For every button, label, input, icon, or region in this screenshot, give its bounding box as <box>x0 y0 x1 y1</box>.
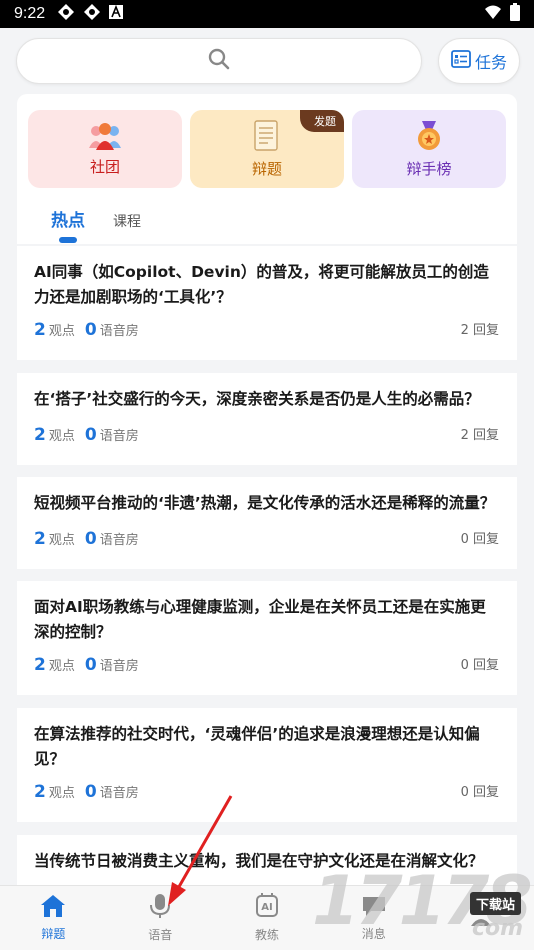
reply-count: 0 回复 <box>460 658 499 673</box>
task-list-icon <box>451 49 471 73</box>
search-icon <box>208 48 230 74</box>
feature-card: 社团 发题 辩题 辩手榜 热点 课程 <box>17 94 517 244</box>
ai-coach-icon: AI <box>254 893 280 922</box>
rooms-label: 语音房 <box>99 429 139 444</box>
watermark-com: com <box>472 916 524 941</box>
tab-courses[interactable]: 课程 <box>113 211 141 231</box>
tile-club-label: 社团 <box>89 157 120 176</box>
status-bar: 9:22 <box>0 0 534 28</box>
list-item[interactable]: 在‘搭子’社交盛行的今天，深度亲密关系是否仍是人生的必需品？ 2 观点 0 语音房 … <box>17 373 517 465</box>
app-notification-icon-2 <box>83 3 101 25</box>
list-item[interactable]: AI同事（如Copilot、Devin）的普及，将更可能解放员工的创造力还是加剧… <box>17 246 517 360</box>
views-count: 2 <box>34 529 46 549</box>
wifi-icon <box>484 4 502 24</box>
tabbar-item-debate[interactable]: 辩题 <box>0 886 107 950</box>
feature-tiles: 社团 发题 辩题 辩手榜 <box>28 110 506 188</box>
rooms-count: 0 <box>84 529 97 549</box>
watermark-box: 下载站 <box>470 892 522 915</box>
document-icon <box>253 119 281 156</box>
list-item[interactable]: 面对AI职场教练与心理健康监测，企业是在关怀员工还是在实施更深的控制？ 2 观点 … <box>17 581 517 695</box>
reply-count: 2 回复 <box>460 428 499 443</box>
tabbar-item-coach[interactable]: AI 教练 <box>214 886 321 950</box>
task-button-label: 任务 <box>474 53 507 72</box>
reply-count: 0 回复 <box>460 532 499 547</box>
rooms-label: 语音房 <box>99 533 139 548</box>
post-stats: 2 观点 0 语音房 <box>34 782 139 802</box>
content-tabs: 热点 课程 <box>51 206 141 231</box>
post-stats: 2 观点 0 语音房 <box>34 425 139 445</box>
rooms-count: 0 <box>84 782 97 802</box>
views-label: 观点 <box>48 533 75 548</box>
rooms-label: 语音房 <box>99 324 139 339</box>
views-count: 2 <box>34 782 46 802</box>
tile-debate[interactable]: 发题 辩题 <box>190 110 344 188</box>
reply-count: 0 回复 <box>460 785 499 800</box>
svg-text:AI: AI <box>261 902 272 913</box>
app-notification-icon <box>57 3 75 25</box>
post-title: 面对AI职场教练与心理健康监测，企业是在关怀员工还是在实施更深的控制？ <box>34 598 486 641</box>
views-label: 观点 <box>48 659 75 674</box>
medal-icon <box>414 120 444 156</box>
tabbar-label: 教练 <box>254 928 279 942</box>
post-title: AI同事（如Copilot、Devin）的普及，将更可能解放员工的创造力还是加剧… <box>34 263 489 306</box>
microphone-icon <box>149 893 171 922</box>
tabbar-label: 辩题 <box>41 927 66 941</box>
rooms-count: 0 <box>84 320 97 340</box>
tab-hot[interactable]: 热点 <box>51 206 85 231</box>
reply-count: 2 回复 <box>460 323 499 338</box>
list-item[interactable]: 在算法推荐的社交时代，‘灵魂伴侣’的追求是浪漫理想还是认知偏见？ 2 观点 0 语音… <box>17 708 517 822</box>
views-count: 2 <box>34 320 46 340</box>
rooms-count: 0 <box>84 425 97 445</box>
post-topic-badge[interactable]: 发题 <box>300 110 344 132</box>
post-stats: 2 观点 0 语音房 <box>34 320 139 340</box>
views-count: 2 <box>34 655 46 675</box>
views-label: 观点 <box>48 324 75 339</box>
post-title: 在算法推荐的社交时代，‘灵魂伴侣’的追求是浪漫理想还是认知偏见？ <box>34 725 480 768</box>
battery-icon <box>510 3 520 25</box>
task-button[interactable]: 任务 <box>438 38 520 84</box>
search-input[interactable] <box>16 38 422 84</box>
tabbar-item-voice[interactable]: 语音 <box>107 886 214 950</box>
status-time: 9:22 <box>14 5 46 22</box>
search-row: 任务 <box>16 36 520 86</box>
tile-debate-label: 辩题 <box>251 159 282 178</box>
tile-ranking[interactable]: 辩手榜 <box>352 110 506 188</box>
tile-ranking-label: 辩手榜 <box>406 159 452 178</box>
list-item[interactable]: 短视频平台推动的‘非遗’热潮，是文化传承的活水还是稀释的流量？ 2 观点 0 语音房… <box>17 477 517 569</box>
home-icon <box>40 894 66 921</box>
post-stats: 2 观点 0 语音房 <box>34 529 139 549</box>
views-label: 观点 <box>48 786 75 801</box>
post-title: 在‘搭子’社交盛行的今天，深度亲密关系是否仍是人生的必需品？ <box>34 390 480 408</box>
views-label: 观点 <box>48 429 75 444</box>
rooms-label: 语音房 <box>99 659 139 674</box>
views-count: 2 <box>34 425 46 445</box>
post-stats: 2 观点 0 语音房 <box>34 655 139 675</box>
font-notification-icon <box>109 4 124 23</box>
tile-club[interactable]: 社团 <box>28 110 182 188</box>
watermark-logo: 17178 下载站 com <box>312 862 533 941</box>
rooms-count: 0 <box>84 655 97 675</box>
tabbar-label: 语音 <box>148 928 173 942</box>
group-icon <box>87 122 123 154</box>
post-title: 短视频平台推动的‘非遗’热潮，是文化传承的活水还是稀释的流量？ <box>34 494 496 512</box>
rooms-label: 语音房 <box>99 786 139 801</box>
